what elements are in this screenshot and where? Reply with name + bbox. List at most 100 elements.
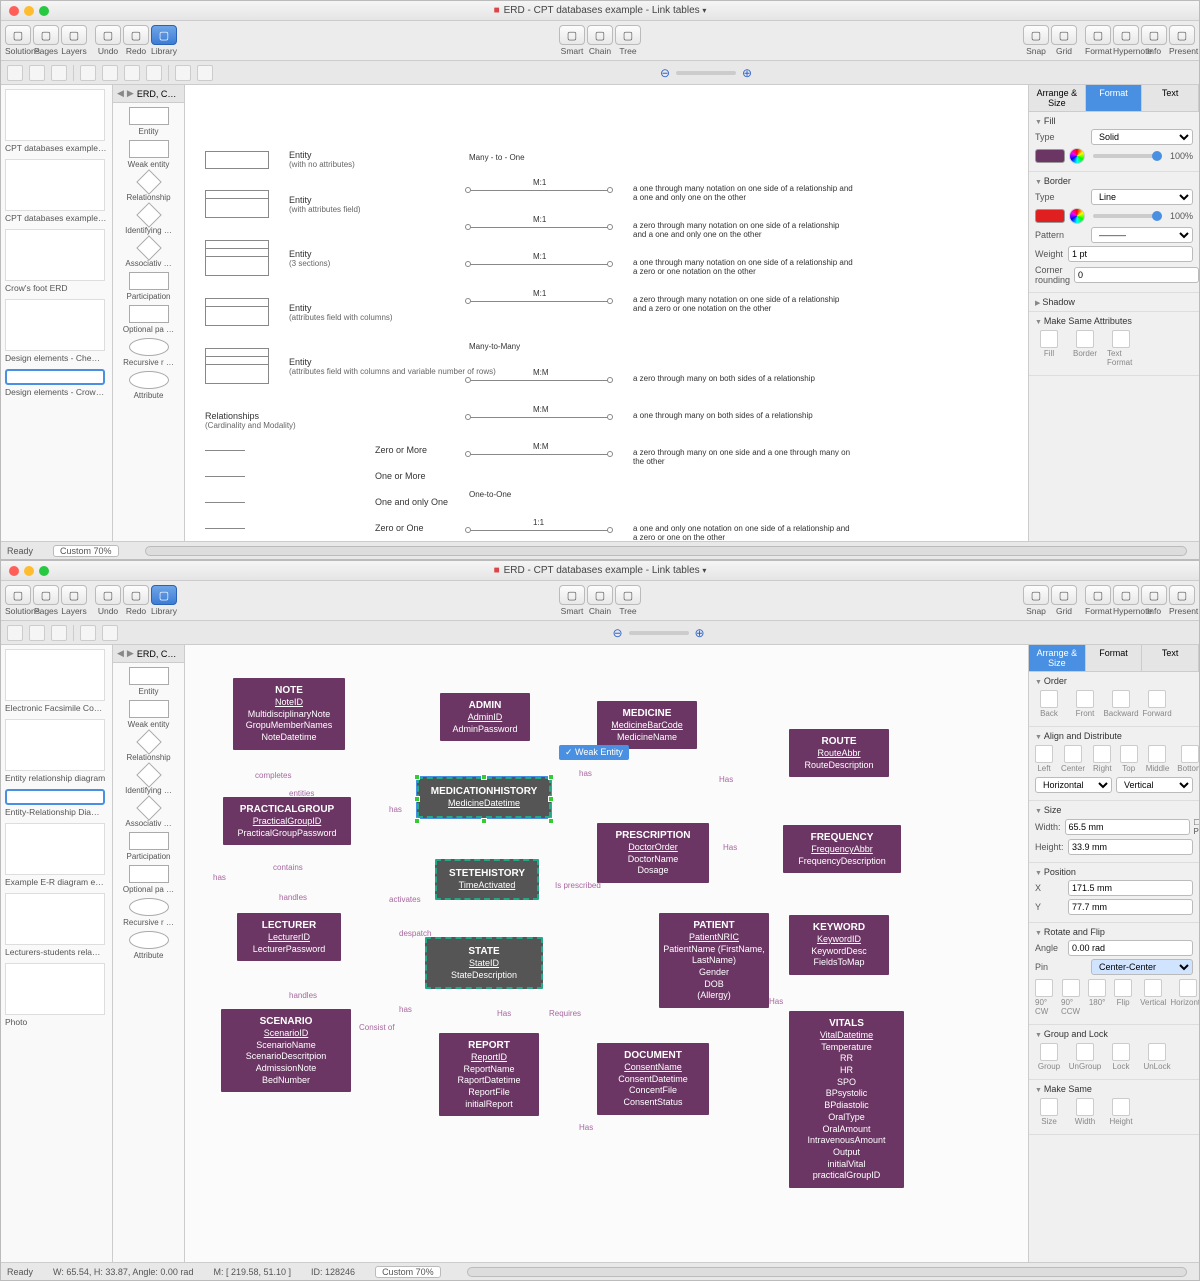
undo-button[interactable]: ▢ bbox=[95, 25, 121, 45]
fill-button[interactable]: Fill bbox=[1035, 330, 1063, 367]
present-button[interactable]: ▢ bbox=[1169, 585, 1195, 605]
vertical-button[interactable]: Vertical bbox=[1140, 979, 1166, 1016]
lib-item[interactable]: Optional pa … bbox=[117, 305, 180, 334]
h-scrollbar[interactable] bbox=[467, 1267, 1187, 1277]
thumbnail[interactable] bbox=[5, 229, 105, 281]
section-align[interactable]: Align and Distribute bbox=[1035, 731, 1193, 741]
width-button[interactable]: Width bbox=[1071, 1098, 1099, 1126]
close-icon[interactable] bbox=[9, 566, 19, 576]
y-input[interactable] bbox=[1068, 899, 1193, 915]
thumbnail[interactable] bbox=[5, 963, 105, 1015]
thumbnail[interactable] bbox=[5, 789, 105, 805]
nav-back-icon[interactable]: ◀ bbox=[117, 88, 124, 99]
zoom-out-icon[interactable]: ⊖ bbox=[612, 626, 622, 640]
entity-lect[interactable]: LECTURERLecturerIDLecturerPassword bbox=[237, 913, 341, 961]
tree-button[interactable]: ▢ bbox=[615, 585, 641, 605]
lib-item[interactable]: Associativ … bbox=[117, 799, 180, 828]
thumbnail[interactable] bbox=[5, 89, 105, 141]
angle-input[interactable] bbox=[1068, 940, 1193, 956]
border-opacity-slider[interactable] bbox=[1093, 214, 1162, 218]
tool-align[interactable] bbox=[175, 65, 191, 81]
entity-note[interactable]: NOTENoteIDMultidisciplinaryNoteGropuMemb… bbox=[233, 678, 345, 750]
redo-button[interactable]: ▢ bbox=[123, 25, 149, 45]
group-button[interactable]: Group bbox=[1035, 1043, 1063, 1071]
lib-item[interactable]: Participation bbox=[117, 272, 180, 301]
zoom-out-icon[interactable]: ⊖ bbox=[660, 66, 670, 80]
minimize-icon[interactable] bbox=[24, 6, 34, 16]
zoom-display[interactable]: Custom 70% bbox=[375, 1266, 441, 1278]
section-fill[interactable]: Fill bbox=[1035, 116, 1193, 126]
thumbnail[interactable] bbox=[5, 159, 105, 211]
border-color-swatch[interactable] bbox=[1035, 209, 1065, 223]
close-icon[interactable] bbox=[9, 6, 19, 16]
chain-button[interactable]: ▢ bbox=[587, 25, 613, 45]
lib-item[interactable]: Identifying … bbox=[117, 766, 180, 795]
grid-button[interactable]: ▢ bbox=[1051, 25, 1077, 45]
tool-hand[interactable] bbox=[29, 625, 45, 641]
lib-breadcrumb[interactable]: ERD, C… bbox=[137, 649, 177, 659]
canvas[interactable]: Entity(with no attributes)Entity(with at… bbox=[185, 85, 1029, 541]
fill-type-select[interactable]: Solid bbox=[1091, 129, 1193, 145]
bottom-button[interactable]: Bottom bbox=[1177, 745, 1199, 773]
grid-button[interactable]: ▢ bbox=[1051, 585, 1077, 605]
lib-item[interactable]: Optional pa … bbox=[117, 865, 180, 894]
border-color-picker-icon[interactable] bbox=[1069, 208, 1085, 224]
layers-button[interactable]: ▢ bbox=[61, 25, 87, 45]
entity-stetehist[interactable]: STETEHISTORYTimeActivated bbox=[435, 859, 539, 900]
present-button[interactable]: ▢ bbox=[1169, 25, 1195, 45]
minimize-icon[interactable] bbox=[24, 566, 34, 576]
zoom-in-icon[interactable]: ⊕ bbox=[695, 626, 705, 640]
back-button[interactable]: Back bbox=[1035, 690, 1063, 718]
tool-text[interactable] bbox=[51, 625, 67, 641]
lib-item[interactable]: Weak entity bbox=[117, 140, 180, 169]
zoom-icon[interactable] bbox=[39, 6, 49, 16]
entity-document[interactable]: DOCUMENTConsentNameConsentDatetimeConcen… bbox=[597, 1043, 709, 1115]
color-picker-icon[interactable] bbox=[1069, 148, 1085, 164]
tool-arrow[interactable] bbox=[7, 65, 23, 81]
lock-button[interactable]: Lock bbox=[1107, 1043, 1135, 1071]
90°-cw-button[interactable]: 90° CW bbox=[1035, 979, 1053, 1016]
lib-item[interactable]: Relationship bbox=[117, 733, 180, 762]
backward-button[interactable]: Backward bbox=[1107, 690, 1135, 718]
entity-presc[interactable]: PRESCRIPTIONDoctorOrderDoctorNameDosage bbox=[597, 823, 709, 883]
tool-ellipse[interactable] bbox=[102, 625, 118, 641]
border-button[interactable]: Border bbox=[1071, 330, 1099, 367]
hypernote-button[interactable]: ▢ bbox=[1113, 25, 1139, 45]
smart-button[interactable]: ▢ bbox=[559, 25, 585, 45]
thumbnail[interactable] bbox=[5, 823, 105, 875]
front-button[interactable]: Front bbox=[1071, 690, 1099, 718]
lib-item[interactable]: Relationship bbox=[117, 173, 180, 202]
top-button[interactable]: Top bbox=[1120, 745, 1138, 773]
entity-freq[interactable]: FREQUENCYFrequencyAbbrFrequencyDescripti… bbox=[783, 825, 901, 873]
zoom-icon[interactable] bbox=[39, 566, 49, 576]
align-h-select[interactable]: Horizontal bbox=[1035, 777, 1112, 793]
lib-breadcrumb[interactable]: ERD, C… bbox=[137, 89, 177, 99]
tool-arrow[interactable] bbox=[7, 625, 23, 641]
border-type-select[interactable]: Line bbox=[1091, 189, 1193, 205]
fill-color-swatch[interactable] bbox=[1035, 149, 1065, 163]
zoom-slider[interactable] bbox=[676, 71, 736, 75]
section-group[interactable]: Group and Lock bbox=[1035, 1029, 1193, 1039]
solutions-button[interactable]: ▢ bbox=[5, 25, 31, 45]
thumbnail[interactable] bbox=[5, 649, 105, 701]
zoom-in-icon[interactable]: ⊕ bbox=[742, 66, 752, 80]
tool-ellipse[interactable] bbox=[102, 65, 118, 81]
tab-text[interactable]: Text bbox=[1142, 85, 1199, 111]
entity-route[interactable]: ROUTERouteAbbrRouteDescription bbox=[789, 729, 889, 777]
snap-button[interactable]: ▢ bbox=[1023, 585, 1049, 605]
thumbnail[interactable] bbox=[5, 299, 105, 351]
tool-hand[interactable] bbox=[29, 65, 45, 81]
entity-vitals[interactable]: VITALSVitalDatetimeTemperatureRRHRSPOBPs… bbox=[789, 1011, 904, 1188]
entity-medicine[interactable]: MEDICINEMedicineBarCodeMedicineName bbox=[597, 701, 697, 749]
tab-format[interactable]: Format bbox=[1086, 85, 1143, 111]
undo-button[interactable]: ▢ bbox=[95, 585, 121, 605]
solutions-button[interactable]: ▢ bbox=[5, 585, 31, 605]
lib-item[interactable]: Recursive r … bbox=[117, 898, 180, 927]
text-format-button[interactable]: Text Format bbox=[1107, 330, 1135, 367]
zoom-display[interactable]: Custom 70% bbox=[53, 545, 119, 557]
left-button[interactable]: Left bbox=[1035, 745, 1053, 773]
lib-item[interactable]: Entity bbox=[117, 107, 180, 136]
lib-item[interactable]: Attribute bbox=[117, 931, 180, 960]
entity-keyword[interactable]: KEYWORDKeywordIDKeywordDescFieldsToMap bbox=[789, 915, 889, 975]
section-rotate[interactable]: Rotate and Flip bbox=[1035, 927, 1193, 937]
